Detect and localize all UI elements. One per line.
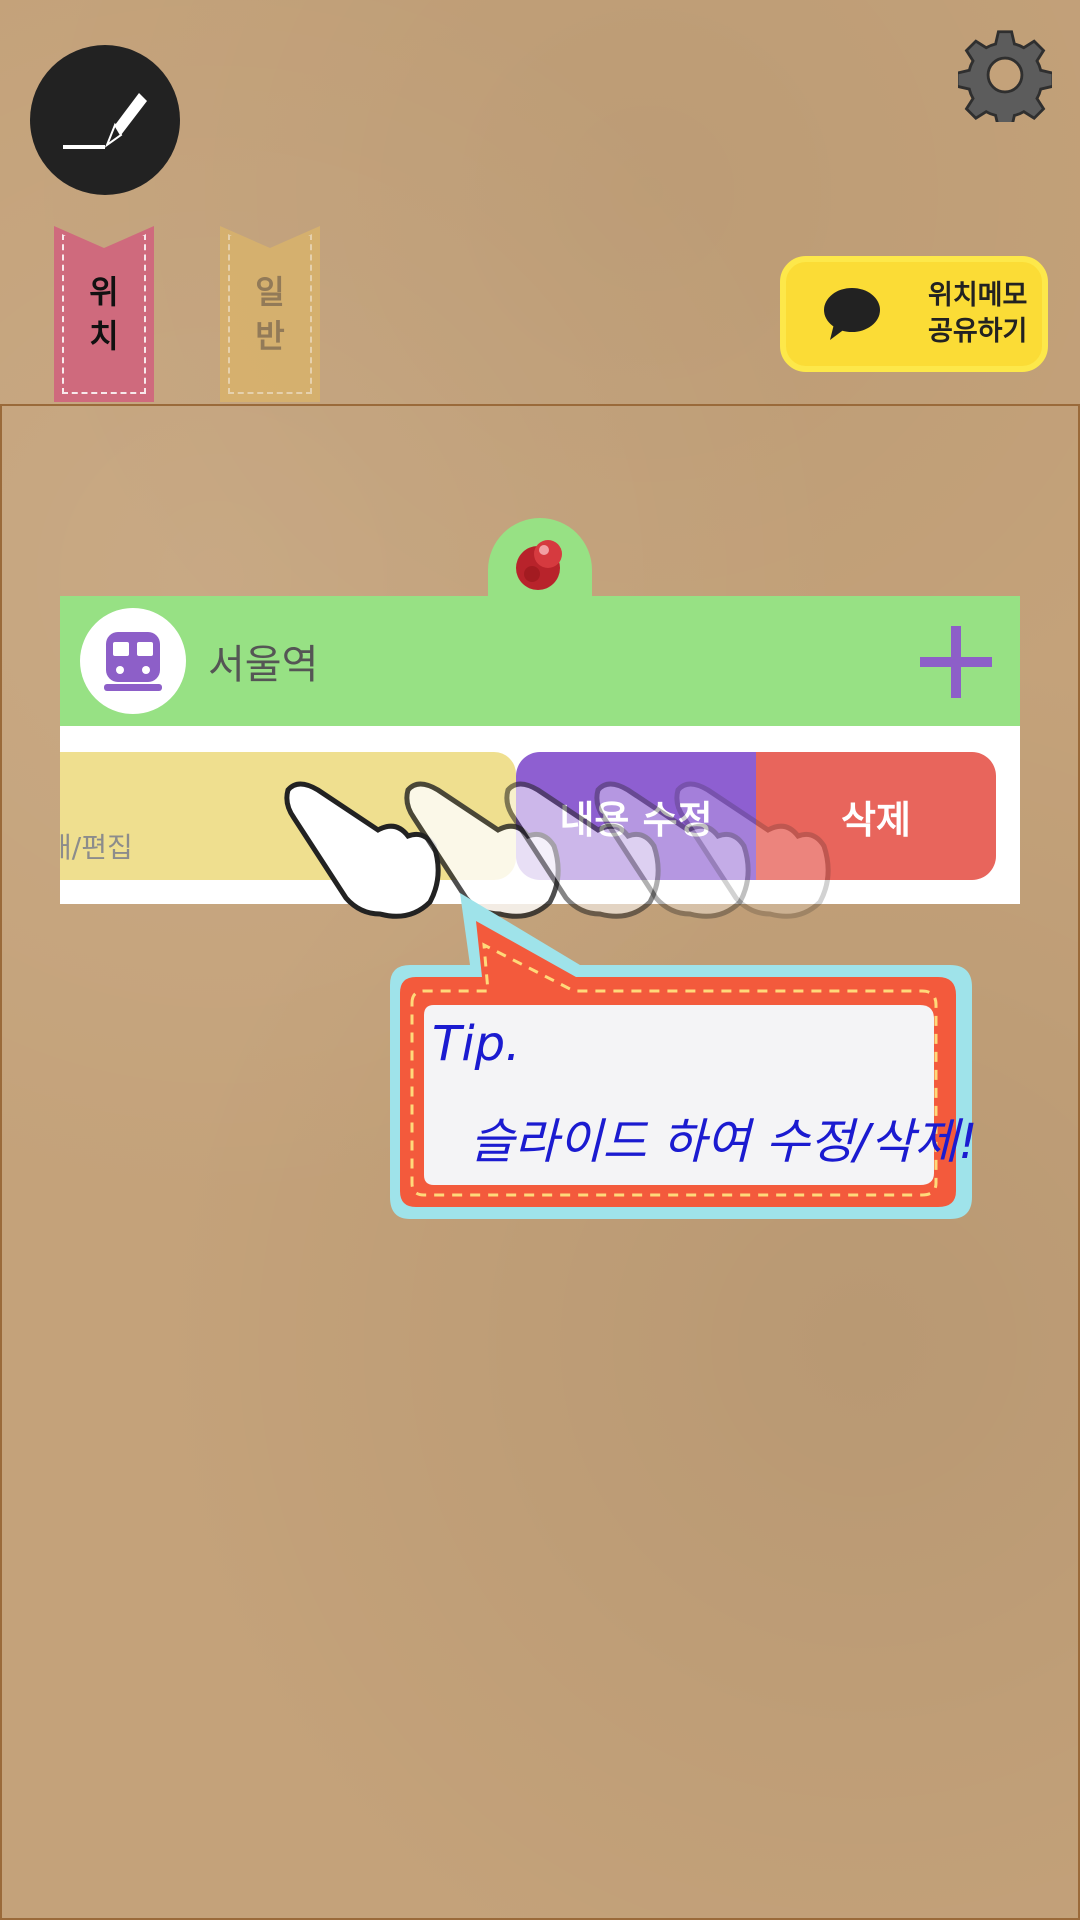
share-label: 위치메모 공유하기 — [928, 280, 1028, 347]
memo-card-header[interactable]: 서울역 — [60, 596, 1020, 726]
delete-button[interactable]: 삭제 — [756, 752, 996, 880]
subway-icon-avatar — [80, 608, 186, 714]
tip-title: Tip. — [432, 1016, 521, 1072]
share-location-memo-button[interactable]: 위치메모 공유하기 — [780, 256, 1048, 372]
place-title: 서울역 — [208, 642, 319, 688]
compose-button[interactable] — [30, 45, 180, 195]
subway-icon — [104, 632, 162, 691]
tip-message: 슬라이드 하여 수정/삭제! — [470, 1114, 978, 1170]
card-pin-tab — [488, 518, 592, 608]
tab-location[interactable]: 위 치 — [54, 226, 154, 402]
settings-button[interactable] — [955, 28, 1055, 130]
tab-general[interactable]: 일 반 — [220, 226, 320, 402]
edit-content-button[interactable]: 내용 수정 — [516, 752, 756, 880]
add-icon[interactable] — [920, 626, 992, 698]
memo-hint-text: 내/편집 — [60, 831, 133, 864]
gear-icon — [955, 30, 1055, 130]
tab-general-label: 일 반 — [255, 273, 285, 355]
chat-bubble-icon — [822, 284, 882, 344]
memo-card-body: 내/편집 내용 수정 삭제 — [60, 726, 1020, 904]
pushpin-icon — [516, 540, 562, 590]
slide-action-bar: 내용 수정 삭제 — [516, 752, 996, 880]
pen-icon — [63, 93, 147, 149]
tab-location-label: 위 치 — [89, 273, 119, 355]
